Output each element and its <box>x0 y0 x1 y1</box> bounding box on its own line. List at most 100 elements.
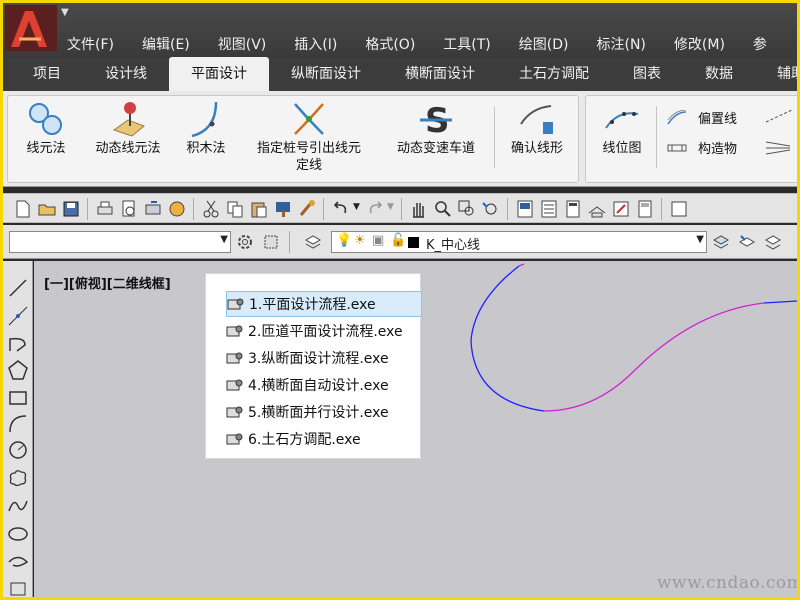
print-preview-icon[interactable] <box>119 199 139 219</box>
calculator-icon[interactable] <box>635 199 655 219</box>
insert-block-icon[interactable] <box>7 577 29 597</box>
popup-item-3[interactable]: 3.纵断面设计流程.exe <box>226 345 422 371</box>
design-center-icon[interactable] <box>539 199 559 219</box>
slope-lines-icon[interactable] <box>764 138 794 158</box>
layer-combo[interactable]: 💡 ☀ ▣ 🔓 K_中心线 ▼ <box>331 231 707 253</box>
standard-toolbar: ▼ ▼ <box>3 193 797 223</box>
help-icon[interactable] <box>669 199 689 219</box>
undo-icon[interactable] <box>331 199 351 219</box>
tab-data[interactable]: 数据 <box>683 63 755 91</box>
tab-profile-design[interactable]: 纵断面设计 <box>269 63 383 91</box>
markup-icon[interactable] <box>611 199 631 219</box>
3d-publish-icon[interactable] <box>167 199 187 219</box>
sheet-set-icon[interactable] <box>587 199 607 219</box>
popup-item-1[interactable]: 1.平面设计流程.exe <box>226 291 422 317</box>
publish-icon[interactable] <box>143 199 163 219</box>
menu-view[interactable]: 视图(V) <box>204 31 281 55</box>
polygon-icon[interactable] <box>7 359 29 381</box>
dynamic-speed-lane-button[interactable]: S 动态变速车道 <box>388 100 484 157</box>
match-properties-icon[interactable] <box>273 199 293 219</box>
menu-tools[interactable]: 工具(T) <box>429 31 504 55</box>
tab-charts[interactable]: 图表 <box>611 63 683 91</box>
station-element-alignment-label: 指定桩号引出线元 <box>256 141 361 156</box>
menu-draw[interactable]: 绘图(D) <box>505 31 583 55</box>
layer-state-icon[interactable] <box>763 232 783 252</box>
arc-icon[interactable] <box>7 413 29 435</box>
menu-edit[interactable]: 编辑(E) <box>128 31 204 55</box>
dynamic-element-method-button[interactable]: 动态线元法 <box>86 100 170 157</box>
zoom-window-icon[interactable] <box>457 199 477 219</box>
workspace-combo[interactable]: ▼ <box>9 231 231 253</box>
brush-icon[interactable] <box>297 199 317 219</box>
tab-design-line[interactable]: 设计线 <box>83 63 169 91</box>
block-method-button[interactable]: 积木法 <box>178 100 234 157</box>
layer-previous-icon[interactable] <box>737 232 757 252</box>
block-method-label: 积木法 <box>186 141 226 156</box>
redo-dropdown-icon[interactable]: ▼ <box>387 202 394 212</box>
quick-access-dropdown-icon[interactable]: ▼ <box>61 7 69 18</box>
properties-icon[interactable] <box>515 199 535 219</box>
menu-format[interactable]: 格式(O) <box>351 31 429 55</box>
popup-item-5[interactable]: 5.横断面并行设计.exe <box>226 399 422 425</box>
workspace-settings-icon[interactable] <box>261 232 281 252</box>
popup-item-2[interactable]: 2.匝道平面设计流程.exe <box>226 318 422 344</box>
cut-icon[interactable] <box>201 199 221 219</box>
redo-icon[interactable] <box>365 199 385 219</box>
undo-dropdown-icon[interactable]: ▼ <box>353 202 360 212</box>
make-current-layer-icon[interactable] <box>711 232 731 252</box>
layer-color-swatch <box>408 237 419 248</box>
save-icon[interactable] <box>61 199 81 219</box>
tab-plan-design[interactable]: 平面设计 <box>169 57 269 91</box>
bulb-icon: 💡 <box>336 233 353 248</box>
tool-palette-icon[interactable] <box>563 199 583 219</box>
menu-parameter[interactable]: 参 <box>739 31 781 55</box>
circle-icon[interactable] <box>7 439 29 461</box>
station-element-alignment-button[interactable]: 指定桩号引出线元 定线 <box>244 100 374 174</box>
copy-icon[interactable] <box>225 199 245 219</box>
zoom-previous-icon[interactable] <box>481 199 501 219</box>
offset-line-button[interactable]: 偏置线 <box>666 108 737 127</box>
element-method-label: 线元法 <box>26 141 66 156</box>
line-icon[interactable] <box>7 277 29 299</box>
pan-hand-icon[interactable] <box>409 199 429 219</box>
new-file-icon[interactable] <box>13 199 33 219</box>
zoom-realtime-icon[interactable] <box>433 199 453 219</box>
popup-item-6[interactable]: 6.土石方调配.exe <box>226 426 422 452</box>
revision-cloud-icon[interactable] <box>7 467 29 489</box>
ellipse-arc-icon[interactable] <box>7 551 29 573</box>
menu-dimension[interactable]: 标注(N) <box>583 31 660 55</box>
exe-icon <box>226 406 243 418</box>
paste-icon[interactable] <box>249 199 269 219</box>
tab-earthwork[interactable]: 土石方调配 <box>497 63 611 91</box>
tab-project[interactable]: 项目 <box>11 63 83 91</box>
dynamic-speed-lane-label: 动态变速车道 <box>396 141 475 156</box>
tab-auxiliary[interactable]: 辅助 <box>755 63 797 91</box>
rectangle-icon[interactable] <box>7 387 29 409</box>
toolbar-separator <box>507 198 508 220</box>
alignment-plot-button[interactable]: 线位图 <box>592 100 652 157</box>
construction-line-icon[interactable] <box>7 305 29 327</box>
ellipse-icon[interactable] <box>7 523 29 545</box>
menu-modify[interactable]: 修改(M) <box>660 31 739 55</box>
menu-file[interactable]: 文件(F) <box>53 31 128 55</box>
popup-item-label: 2.匝道平面设计流程.exe <box>248 324 403 340</box>
pin-map-icon <box>112 102 145 137</box>
structure-icon <box>667 144 687 151</box>
more-lines-icon[interactable] <box>764 106 794 126</box>
popup-item-4[interactable]: 4.横断面自动设计.exe <box>226 372 422 398</box>
gear-icon[interactable] <box>235 232 255 252</box>
structure-button[interactable]: 构造物 <box>666 138 737 157</box>
element-method-button[interactable]: 线元法 <box>18 100 74 157</box>
print-icon[interactable] <box>95 199 115 219</box>
tab-cross-section-design[interactable]: 横断面设计 <box>383 63 497 91</box>
offset-line-label: 偏置线 <box>698 112 738 127</box>
layer-properties-icon[interactable] <box>303 232 323 252</box>
open-folder-icon[interactable] <box>37 199 57 219</box>
menu-insert[interactable]: 插入(I) <box>280 31 351 55</box>
spline-icon[interactable] <box>7 495 29 517</box>
exe-icon <box>226 325 243 337</box>
app-logo-icon[interactable] <box>5 5 57 51</box>
confirm-alignment-button[interactable]: 确认线形 <box>502 100 572 157</box>
ribbon-group-plan: 线元法 动态线元法 积木法 指定桩号引出线元 定线 S 动态变速车道 确认线形 <box>7 95 579 183</box>
polyline-icon[interactable] <box>7 333 29 355</box>
